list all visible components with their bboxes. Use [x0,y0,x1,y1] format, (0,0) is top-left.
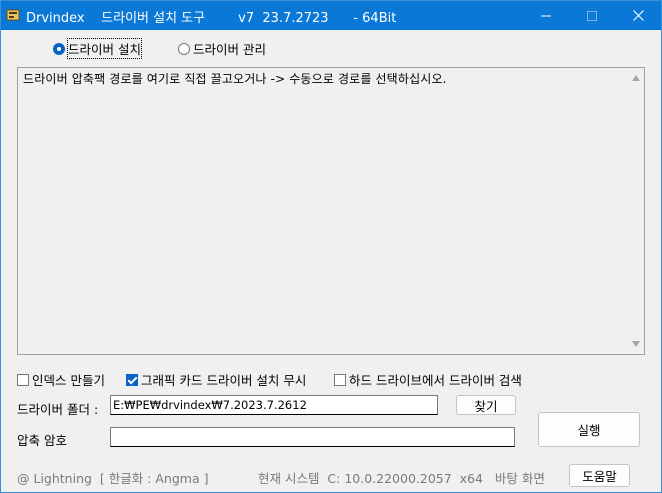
scroll-down-icon[interactable] [632,341,640,347]
radio-install-label: 드라이버 설치 [67,38,142,59]
make-index-checkbox[interactable]: 인덱스 만들기 [17,370,105,389]
log-textarea[interactable]: 드라이버 압축팩 경로를 여기로 직접 끌고오거나 -> 수동으로 경로를 선택… [17,67,645,355]
run-button[interactable]: 실행 [538,412,640,447]
close-button[interactable] [615,1,661,30]
main-window: Drvindex 드라이버 설치 도구 v7 23.7.2723 - 64Bit… [0,0,662,493]
archive-password-input[interactable] [110,427,515,447]
driver-folder-input[interactable]: E:₩PE₩drvindex₩7.2023.7.2612 [110,395,438,415]
minimize-icon [541,15,551,16]
driver-folder-label: 드라이버 폴더 : [17,402,99,417]
system-info-text: 현재 시스템 C: 10.0.22000.2057 x64 바탕 화면 [258,471,545,486]
radio-manage-label: 드라이버 관리 [193,42,266,57]
checkbox-box[interactable] [334,373,346,386]
search-hdd-label: 하드 드라이브에서 드라이버 검색 [349,373,522,388]
checkbox-box[interactable] [17,373,29,386]
maximize-button[interactable] [569,1,615,30]
search-hdd-checkbox[interactable]: 하드 드라이브에서 드라이버 검색 [334,370,522,389]
close-icon [632,10,644,21]
title-bar[interactable]: Drvindex 드라이버 설치 도구 v7 23.7.2723 - 64Bit [1,1,661,30]
maximize-icon [587,10,597,21]
ignore-gpu-label: 그래픽 카드 드라이버 설치 무시 [141,373,307,388]
checkbox-box-checked[interactable] [126,373,138,386]
ignore-gpu-driver-checkbox[interactable]: 그래픽 카드 드라이버 설치 무시 [126,370,306,389]
radio-install-driver[interactable]: 드라이버 설치 [53,38,142,59]
make-index-label: 인덱스 만들기 [32,373,105,388]
scroll-up-icon[interactable] [632,75,640,81]
vertical-scrollbar[interactable] [628,68,644,354]
browse-button[interactable]: 찾기 [456,395,516,415]
log-message: 드라이버 압축팩 경로를 여기로 직접 끌고오거나 -> 수동으로 경로를 선택… [23,72,447,86]
radio-dot[interactable] [178,42,190,55]
window-title: Drvindex 드라이버 설치 도구 v7 23.7.2723 - 64Bit [26,11,397,26]
radio-dot-selected[interactable] [53,42,65,55]
help-button[interactable]: 도움말 [569,464,630,487]
minimize-button[interactable] [523,1,569,30]
radio-manage-driver[interactable]: 드라이버 관리 [178,39,266,58]
archive-password-label: 압축 암호 [17,433,67,448]
credit-text: @ Lightning [ 한글화 : Angma ] [17,471,209,486]
app-icon [6,8,20,22]
